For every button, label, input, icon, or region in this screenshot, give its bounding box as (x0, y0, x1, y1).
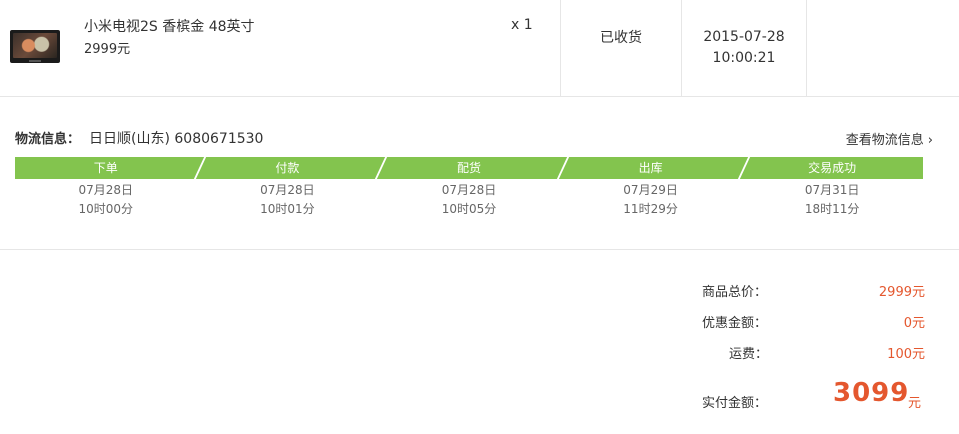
product-name-link[interactable]: 小米电视2S 香槟金 48英寸 (84, 16, 255, 36)
view-logistics-label: 查看物流信息 (845, 133, 924, 148)
logistics-company: 日日顺(山东) 6080671530 (89, 131, 264, 147)
goods-total-label: 商品总价： (702, 285, 768, 300)
product-price: 2999元 (84, 42, 131, 57)
order-status: 已收货 (600, 30, 642, 46)
step-date: 07月28日 (78, 183, 134, 197)
step-date: 07月31日 (804, 183, 860, 197)
logistics-section: 物流信息： 日日顺(山东) 6080671530 查看物流信息 › 下单 付款 配… (0, 97, 959, 250)
step-label: 下单 (93, 161, 118, 175)
step-timestamp: 07月28日 10时01分 (197, 181, 379, 219)
progress-step-payment: 付款 (197, 155, 389, 181)
paid-amount-value: 3099 (833, 378, 910, 408)
order-item-row: 小米电视2S 香槟金 48英寸 2999元 x 1 已收货 2015-07-28… (0, 0, 959, 97)
progress-step-shipped: 出库 (560, 155, 752, 181)
paid-amount-unit: 元 (908, 396, 922, 411)
product-quantity: x 1 (511, 17, 533, 33)
logistics-progress-bar: 下单 付款 配货 出库 交易成功 (15, 155, 923, 181)
order-timestamp: 2015-07-28 10:00:21 (682, 27, 806, 69)
step-timestamp: 07月29日 11时29分 (560, 181, 742, 219)
progress-step-order: 下单 (15, 155, 207, 181)
paid-amount-label: 实付金额： (702, 396, 768, 411)
step-date: 07月28日 (260, 183, 315, 197)
step-label: 付款 (275, 161, 300, 175)
step-date: 07月29日 (623, 183, 678, 197)
shipping-label: 运费： (729, 347, 769, 362)
tv-thumbnail[interactable] (10, 30, 60, 63)
step-time: 10时05分 (441, 202, 497, 216)
step-timestamp: 07月28日 10时00分 (15, 181, 197, 219)
tv-screen-image (13, 33, 57, 58)
step-timestamp: 07月31日 18时11分 (741, 181, 923, 219)
progress-step-packing: 配货 (378, 155, 570, 181)
shipping-value: 100元 (887, 347, 925, 362)
step-time: 18时11分 (804, 202, 860, 216)
column-divider (560, 0, 561, 97)
order-time: 10:00:21 (712, 50, 776, 66)
step-date: 07月28日 (441, 183, 497, 197)
step-time: 10时00分 (78, 202, 134, 216)
step-time: 11时29分 (623, 202, 678, 216)
step-label: 配货 (456, 161, 481, 175)
column-divider (806, 0, 807, 97)
chevron-right-icon: › (927, 133, 933, 148)
goods-total-value: 2999元 (878, 285, 925, 300)
tv-stand (29, 60, 41, 62)
view-logistics-link[interactable]: 查看物流信息 › (846, 129, 933, 148)
step-timestamp: 07月28日 10时05分 (378, 181, 560, 219)
step-label: 出库 (638, 161, 663, 175)
step-time: 10时01分 (260, 202, 315, 216)
discount-label: 优惠金额： (702, 316, 768, 331)
discount-value: 0元 (903, 316, 925, 331)
step-label: 交易成功 (808, 161, 857, 175)
progress-dates: 07月28日 10时00分 07月28日 10时01分 07月28日 10时05… (15, 181, 923, 219)
progress-step-complete: 交易成功 (741, 157, 923, 179)
order-summary: 商品总价： 2999元 优惠金额： 0元 运费： 100元 实付金额： 3099… (0, 251, 959, 434)
order-date: 2015-07-28 (703, 29, 785, 45)
logistics-label: 物流信息： (15, 132, 81, 147)
